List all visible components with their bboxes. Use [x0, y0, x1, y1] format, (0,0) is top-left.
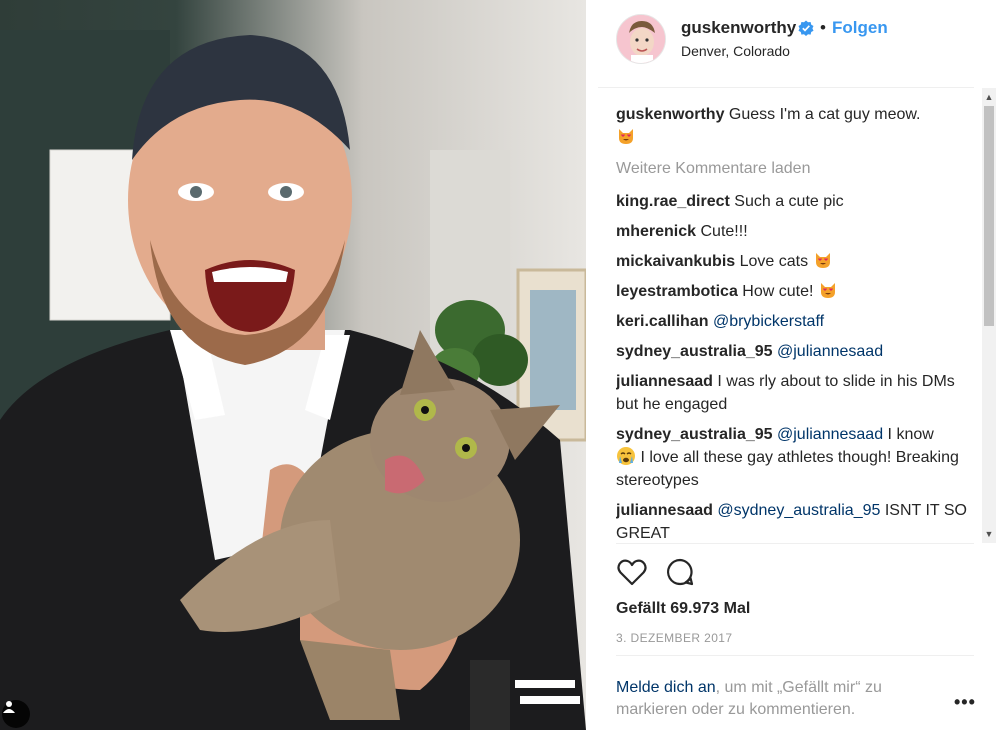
comment-username[interactable]: sydney_australia_95 — [616, 343, 773, 360]
follow-button[interactable]: Folgen — [832, 18, 888, 38]
comment-username[interactable]: leyestrambotica — [616, 283, 738, 300]
comment-text: How cute! — [742, 283, 814, 300]
comment: leyestrambotica How cute! — [616, 280, 972, 303]
scroll-up-arrow-icon[interactable]: ▲ — [982, 90, 996, 104]
more-options-button[interactable]: ••• — [954, 692, 976, 713]
comments-list: guskenworthy Guess I'm a cat guy meow. W… — [616, 103, 972, 543]
comment-username[interactable]: mherenick — [616, 223, 696, 240]
username-link[interactable]: guskenworthy — [681, 18, 796, 38]
heart-eyes-cat-emoji-icon — [815, 253, 830, 268]
comment-username[interactable]: keri.callihan — [616, 313, 709, 330]
photo-illustration — [0, 30, 586, 730]
scrollbar-thumb[interactable] — [984, 106, 994, 326]
comment-text: Such a cute pic — [734, 193, 844, 210]
comment-username[interactable]: sydney_australia_95 — [616, 426, 773, 443]
caption: guskenworthy Guess I'm a cat guy meow. — [616, 103, 972, 149]
location-link[interactable]: Denver, Colorado — [681, 43, 790, 59]
comment: sydney_australia_95 @juliannesaad — [616, 340, 972, 363]
post-date: 3. DEZEMBER 2017 — [616, 631, 733, 645]
post-header: guskenworthy • Folgen Denver, Colorado — [598, 0, 974, 88]
comment-mention[interactable]: @brybickerstaff — [713, 313, 824, 330]
comment: mickaivankubis Love cats — [616, 250, 972, 273]
comment-mention[interactable]: @sydney_australia_95 — [717, 502, 880, 519]
comment-username[interactable]: juliannesaad — [616, 502, 713, 519]
separator-dot: • — [820, 18, 826, 37]
login-prompt: Melde dich an, um mit „Gefällt mir“ zu m… — [616, 677, 936, 721]
comment-username[interactable]: king.rae_direct — [616, 193, 730, 210]
divider — [616, 543, 974, 544]
comment-text: Love cats — [739, 253, 809, 270]
comment: sydney_australia_95 @juliannesaad I know… — [616, 423, 972, 492]
post-photo[interactable] — [0, 0, 586, 730]
comment-username[interactable]: juliannesaad — [616, 373, 713, 390]
likes-count[interactable]: Gefällt 69.973 Mal — [616, 600, 750, 618]
heart-icon[interactable] — [616, 556, 648, 588]
comment: king.rae_direct Such a cute pic — [616, 190, 972, 213]
scroll-down-arrow-icon[interactable]: ▼ — [982, 527, 996, 541]
comment-mention[interactable]: @juliannesaad — [777, 343, 883, 360]
user-tag-button[interactable] — [2, 700, 30, 728]
divider — [616, 655, 974, 656]
verified-badge-icon — [798, 20, 814, 36]
login-link[interactable]: Melde dich an — [616, 679, 716, 696]
crying-face-emoji-icon — [617, 447, 635, 465]
comments-scrollbar[interactable]: ▲ ▼ — [982, 88, 996, 543]
heart-eyes-cat-emoji-icon — [619, 129, 633, 144]
avatar[interactable] — [616, 14, 666, 64]
heart-eyes-cat-emoji-icon — [820, 283, 835, 298]
comment-icon[interactable] — [664, 556, 696, 588]
comment-mention[interactable]: @juliannesaad — [777, 426, 883, 443]
avatar-image — [617, 15, 665, 63]
comment: juliannesaad @sydney_australia_95 ISNT I… — [616, 499, 972, 543]
caption-username[interactable]: guskenworthy — [616, 106, 724, 123]
comment: keri.callihan @brybickerstaff — [616, 310, 972, 333]
comment-text: I know — [887, 426, 934, 443]
load-more-comments[interactable]: Weitere Kommentare laden — [616, 157, 972, 180]
user-tag-icon — [3, 701, 15, 713]
comment-username[interactable]: mickaivankubis — [616, 253, 735, 270]
comment: mherenick Cute!!! — [616, 220, 972, 243]
comment: juliannesaad I was rly about to slide in… — [616, 370, 972, 416]
post-details-panel: guskenworthy • Folgen Denver, Colorado g… — [598, 0, 996, 730]
caption-text: Guess I'm a cat guy meow. — [728, 106, 921, 123]
comment-text-continued: I love all these gay athletes though! Br… — [616, 449, 959, 489]
comment-text: Cute!!! — [700, 223, 748, 240]
